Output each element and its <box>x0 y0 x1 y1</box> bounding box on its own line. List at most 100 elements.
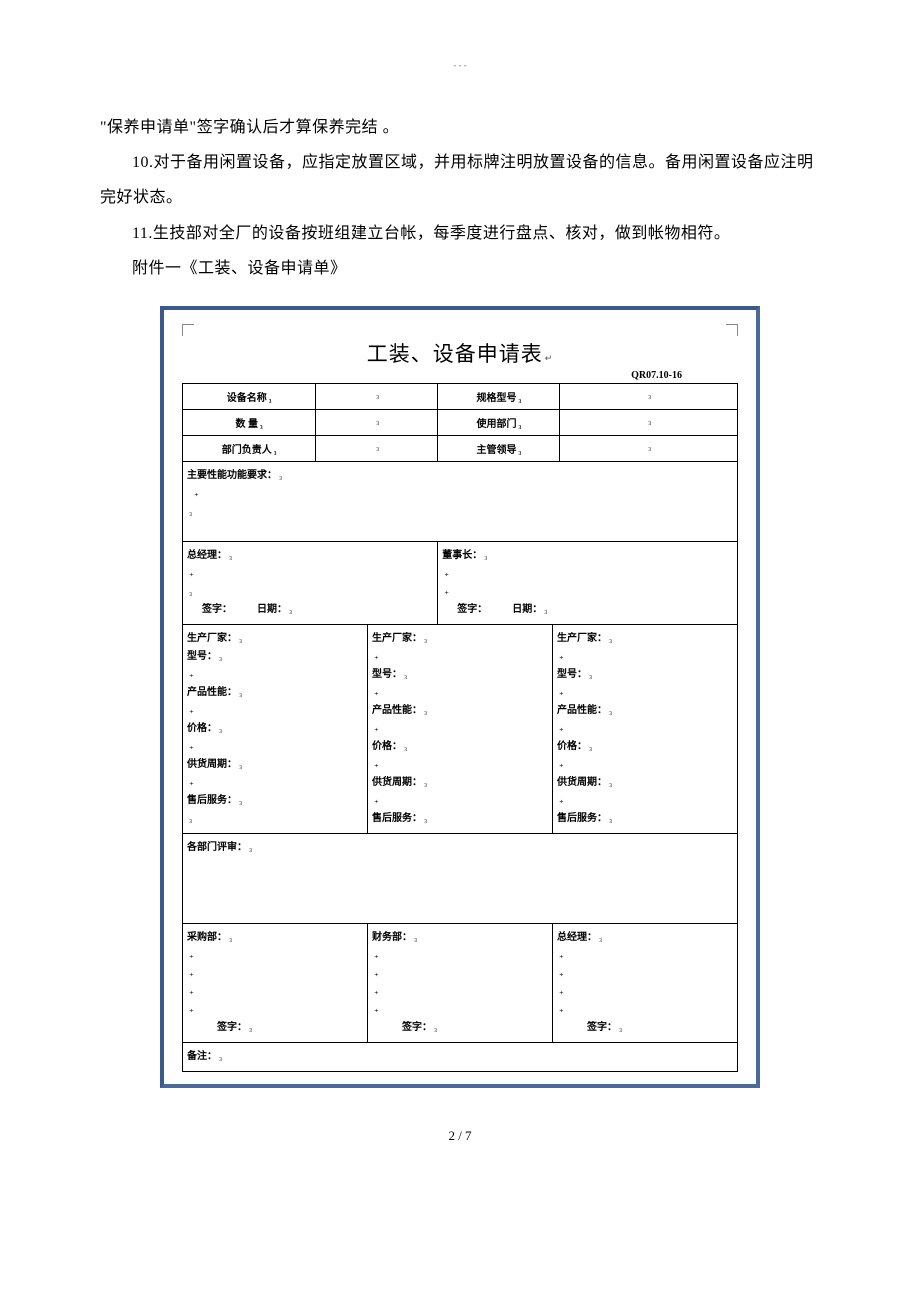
mark-icon: ₊ <box>559 759 564 769</box>
table-row: 设备名称₃ ₃ 规格型号₃ ₃ <box>183 383 738 409</box>
label-mfr: 生产厂家： <box>557 633 607 644</box>
mark-icon: ₊ <box>189 669 194 679</box>
table-row: 生产厂家：₃ 型号：₃ ₊ 产品性能：₃ ₊ 价格：₃ ₊ 供货周期：₃ ₊ 售… <box>183 625 738 834</box>
para-1: "保养申请单"签字确认后才算保养完结 。 <box>100 110 820 145</box>
mark-icon: ₊ <box>374 759 379 769</box>
mark-icon: ₊ <box>189 950 194 960</box>
label-mfr: 生产厂家： <box>372 633 422 644</box>
mark-icon: ₃ <box>219 723 222 733</box>
mark-icon: ₃ <box>424 813 427 823</box>
mark-icon: ₊ <box>559 795 564 805</box>
table-row: 总经理：₃ ₊ ₃ 签字： 日期：₃ 董事长：₃ ₊ ₊ 签字： 日期：₃ <box>183 541 738 624</box>
mark-icon: ₃ <box>518 445 521 455</box>
mark-icon: ₃ <box>619 1022 622 1032</box>
table-row: 主要性能功能要求：₃ ₊ ₃ <box>183 461 738 541</box>
form-table-vendors: 生产厂家：₃ 型号：₃ ₊ 产品性能：₃ ₊ 价格：₃ ₊ 供货周期：₃ ₊ 售… <box>182 625 738 1072</box>
mark-icon: ₊ <box>559 950 564 960</box>
mark-icon: ₊ <box>194 488 199 498</box>
label-supervisor: 主管领导 <box>476 445 516 456</box>
mark-icon: ₃ <box>289 604 292 614</box>
mark-icon: ₊ <box>374 687 379 697</box>
label-price: 价格： <box>557 741 587 752</box>
para1-quote: "保养申请单" <box>100 119 197 136</box>
mark-icon: ₃ <box>376 415 379 425</box>
label-sign: 签字： <box>457 604 487 615</box>
label-perf: 产品性能： <box>187 687 237 698</box>
mark-icon: ₊ <box>444 568 449 578</box>
body-text-block: "保养申请单"签字确认后才算保养完结 。 10.对于备用闲置设备，应指定放置区域… <box>100 110 820 286</box>
return-mark-icon: ↵ <box>545 353 554 363</box>
mark-icon: ₃ <box>484 550 487 560</box>
mark-icon: ₃ <box>424 705 427 715</box>
table-row: 各部门评审：₃ <box>183 833 738 923</box>
para1-rest: 签字确认后才算保养完结 。 <box>197 119 400 136</box>
label-sign: 签字： <box>202 604 232 615</box>
mark-icon: ₃ <box>609 705 612 715</box>
mark-icon: ₃ <box>589 669 592 679</box>
label-mfr: 生产厂家： <box>187 633 237 644</box>
mark-icon: ₊ <box>559 1004 564 1014</box>
mark-icon: ₊ <box>559 723 564 733</box>
label-date: 日期： <box>512 604 542 615</box>
mark-icon: ₃ <box>544 604 547 614</box>
label-price: 价格： <box>372 741 402 752</box>
mark-icon: ₃ <box>414 932 417 942</box>
label-requirements: 主要性能功能要求： <box>187 470 277 481</box>
mark-icon: ₊ <box>374 651 379 661</box>
label-remark: 备注： <box>187 1051 217 1062</box>
mark-icon: ₊ <box>189 986 194 996</box>
mark-icon: ₊ <box>559 986 564 996</box>
label-dept: 使用部门 <box>476 419 516 430</box>
label-device-name: 设备名称 <box>227 393 267 404</box>
mark-icon: ₃ <box>229 932 232 942</box>
label-perf: 产品性能： <box>557 705 607 716</box>
mark-icon: ₊ <box>559 651 564 661</box>
mark-icon: ₃ <box>249 842 252 852</box>
mark-icon: ₃ <box>518 393 521 403</box>
label-gm: 总经理： <box>557 932 597 943</box>
mark-icon: ₊ <box>189 1004 194 1014</box>
label-svc: 售后服务： <box>372 813 422 824</box>
mark-icon: ₃ <box>269 393 272 403</box>
label-finance: 财务部： <box>372 932 412 943</box>
mark-icon: ₃ <box>189 586 192 596</box>
mark-icon: ₃ <box>260 419 263 429</box>
label-lead: 供货周期： <box>372 777 422 788</box>
mark-icon: ₊ <box>374 986 379 996</box>
mark-icon: ₊ <box>189 777 194 787</box>
mark-icon: ₃ <box>219 651 222 661</box>
mark-icon: ₃ <box>424 777 427 787</box>
mark-icon: ₃ <box>424 633 427 643</box>
mark-icon: ₃ <box>589 741 592 751</box>
label-review: 各部门评审： <box>187 842 247 853</box>
mark-icon: ₃ <box>189 813 192 823</box>
table-row: 备注：₃ <box>183 1042 738 1071</box>
label-model: 型号： <box>557 669 587 680</box>
mark-icon: ₃ <box>249 1022 252 1032</box>
mark-icon: ₊ <box>374 795 379 805</box>
mark-icon: ₊ <box>189 968 194 978</box>
form-title-text: 工装、设备申请表 <box>367 342 543 366</box>
label-spec: 规格型号 <box>476 393 516 404</box>
mark-icon: ₊ <box>189 741 194 751</box>
mark-icon: ₃ <box>189 506 192 516</box>
form-container: 工装、设备申请表↵ QR07.10-16 设备名称₃ ₃ 规格型号₃ ₃ 数 量… <box>160 306 760 1088</box>
mark-icon: ₃ <box>219 1051 222 1061</box>
mark-icon: ₃ <box>599 932 602 942</box>
label-chairman-approve: 董事长： <box>442 550 482 561</box>
label-perf: 产品性能： <box>372 705 422 716</box>
mark-icon: ₃ <box>274 445 277 455</box>
label-sign: 签字： <box>587 1022 617 1033</box>
label-lead: 供货周期： <box>557 777 607 788</box>
mark-icon: ₃ <box>239 759 242 769</box>
mark-icon: ₃ <box>609 777 612 787</box>
label-date: 日期： <box>257 604 287 615</box>
label-model: 型号： <box>187 651 217 662</box>
para-3: 11.生技部对全厂的设备按班组建立台帐，每季度进行盘点、核对，做到帐物相符。 <box>100 216 820 251</box>
header-link: - - - <box>100 60 820 70</box>
label-model: 型号： <box>372 669 402 680</box>
mark-icon: ₃ <box>404 741 407 751</box>
mark-icon: ₊ <box>374 723 379 733</box>
mark-icon: ₃ <box>648 415 651 425</box>
mark-icon: ₃ <box>609 633 612 643</box>
